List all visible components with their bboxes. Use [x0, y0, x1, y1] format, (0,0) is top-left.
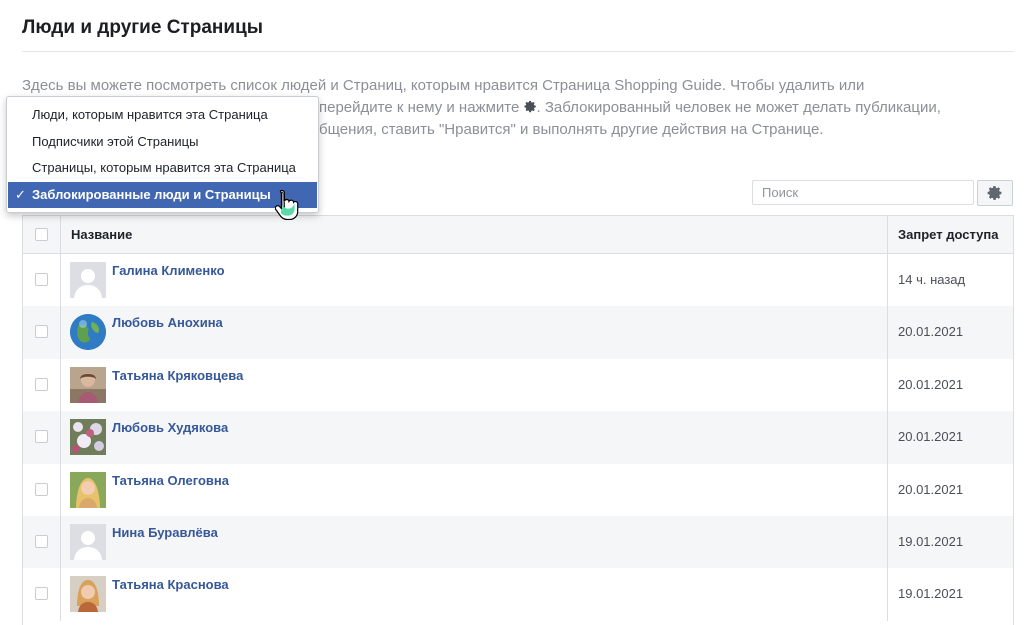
gear-icon [987, 186, 1002, 200]
table-row: Галина Клименко 14 ч. назад [23, 254, 1013, 307]
row-checkbox-cell [23, 515, 61, 569]
ban-date: 19.01.2021 [898, 586, 964, 602]
select-all-checkbox[interactable] [35, 228, 48, 241]
row-date-cell: 20.01.2021 [887, 358, 1013, 412]
ban-date: 20.01.2021 [898, 324, 964, 340]
ban-date: 19.01.2021 [898, 533, 964, 549]
person-name-link[interactable]: Любовь Анохина [112, 315, 223, 330]
table-row: Нина Буравлёва 19.01.2021 [23, 515, 1013, 569]
row-name-cell: Любовь Худякова [61, 411, 887, 463]
table-body: Галина Клименко 14 ч. назад Любовь Анохи… [23, 254, 1013, 621]
row-date-cell: 20.01.2021 [887, 463, 1013, 516]
row-checkbox[interactable] [35, 534, 48, 548]
person-name-link[interactable]: Любовь Худякова [112, 420, 228, 435]
table-row: Татьяна Кряковцева 20.01.2021 [23, 358, 1013, 412]
row-date-cell: 20.01.2021 [887, 306, 1013, 359]
row-name-cell: Татьяна Краснова [61, 568, 887, 620]
table-row: Любовь Худякова 20.01.2021 [23, 411, 1013, 464]
row-checkbox-cell [23, 463, 61, 516]
header-date-cell: Запрет доступа [887, 216, 1013, 253]
table-row: Любовь Анохина 20.01.2021 [23, 306, 1013, 359]
row-date-cell: 19.01.2021 [887, 515, 1013, 569]
row-checkbox[interactable] [35, 587, 48, 601]
page-title: Люди и другие Страницы [22, 17, 263, 38]
person-name-link[interactable]: Татьяна Краснова [112, 577, 229, 592]
default-avatar-icon [70, 523, 106, 560]
hand-cursor-icon [275, 189, 299, 220]
row-checkbox-cell [23, 568, 61, 621]
default-avatar-icon [70, 262, 106, 298]
avatar[interactable] [70, 366, 106, 403]
description-line-2: перейдите к нему и нажмите [319, 99, 520, 116]
photo-avatar-icon [70, 576, 106, 613]
row-checkbox[interactable] [35, 273, 48, 286]
person-name-link[interactable]: Татьяна Кряковцева [112, 368, 243, 383]
avatar[interactable] [70, 523, 106, 560]
header-name-cell: Название [61, 216, 887, 253]
row-name-cell: Нина Буравлёва [61, 516, 887, 568]
avatar[interactable] [70, 262, 106, 298]
checkmark-icon: ✓ [15, 186, 26, 202]
search-input[interactable] [752, 180, 974, 205]
avatar[interactable] [70, 576, 106, 613]
description-line-2-end: . Заблокированный человек не может делат… [536, 99, 941, 116]
person-name-link[interactable]: Нина Буравлёва [112, 525, 218, 540]
row-name-cell: Любовь Анохина [61, 306, 887, 358]
dropdown-item-page-likers[interactable]: Люди, которым нравится эта Страница [7, 102, 318, 129]
dropdown-item-blocked[interactable]: ✓ Заблокированные люди и Страницы [8, 181, 317, 208]
ban-date: 20.01.2021 [898, 481, 964, 497]
person-name-link[interactable]: Татьяна Олеговна [112, 473, 229, 488]
row-date-cell: 14 ч. назад [887, 254, 1013, 307]
table-row: Татьяна Олеговна 20.01.2021 [23, 463, 1013, 516]
avatar[interactable] [70, 314, 106, 351]
photo-avatar-icon [70, 366, 106, 403]
filter-dropdown-menu: Люди, которым нравится эта Страница Подп… [6, 96, 319, 213]
header-checkbox-cell [23, 216, 61, 253]
ban-date: 20.01.2021 [898, 429, 964, 445]
row-checkbox-cell [23, 358, 61, 412]
title-divider [22, 51, 1014, 52]
row-checkbox[interactable] [35, 325, 48, 339]
row-date-cell: 19.01.2021 [887, 568, 1013, 621]
avatar[interactable] [70, 419, 106, 456]
row-checkbox-cell [23, 254, 61, 307]
dropdown-item-blocked-label: Заблокированные люди и Страницы [32, 186, 271, 202]
flowers-avatar-icon [70, 419, 106, 456]
row-name-cell: Татьяна Олеговна [61, 464, 887, 516]
row-name-cell: Татьяна Кряковцева [61, 359, 887, 411]
column-header-name[interactable]: Название [71, 227, 132, 242]
dropdown-item-followers[interactable]: Подписчики этой Страницы [7, 129, 318, 156]
table-header: Название Запрет доступа [23, 216, 1013, 254]
row-name-cell: Галина Клименко [61, 254, 887, 306]
row-checkbox-cell [23, 411, 61, 464]
photo-avatar-icon [70, 471, 106, 508]
description-line-1: Здесь вы можете посмотреть список людей … [22, 77, 865, 94]
row-checkbox[interactable] [35, 482, 48, 496]
blocked-table: Название Запрет доступа Галина Клименко … [22, 215, 1014, 625]
row-checkbox-cell [23, 306, 61, 359]
settings-button[interactable] [977, 180, 1013, 206]
person-name-link[interactable]: Галина Клименко [112, 263, 225, 278]
ban-date: 20.01.2021 [898, 376, 964, 392]
ban-date: 14 ч. назад [898, 272, 966, 287]
avatar[interactable] [70, 471, 106, 508]
row-checkbox[interactable] [35, 377, 48, 391]
dropdown-item-pages-liking[interactable]: Страницы, которым нравится эта Страница [7, 155, 318, 182]
column-header-date[interactable]: Запрет доступа [898, 227, 998, 242]
table-row: Татьяна Краснова 19.01.2021 [23, 568, 1013, 621]
gear-icon [523, 100, 536, 113]
globe-avatar-icon [70, 314, 106, 351]
row-date-cell: 20.01.2021 [887, 411, 1013, 464]
row-checkbox[interactable] [35, 430, 48, 444]
